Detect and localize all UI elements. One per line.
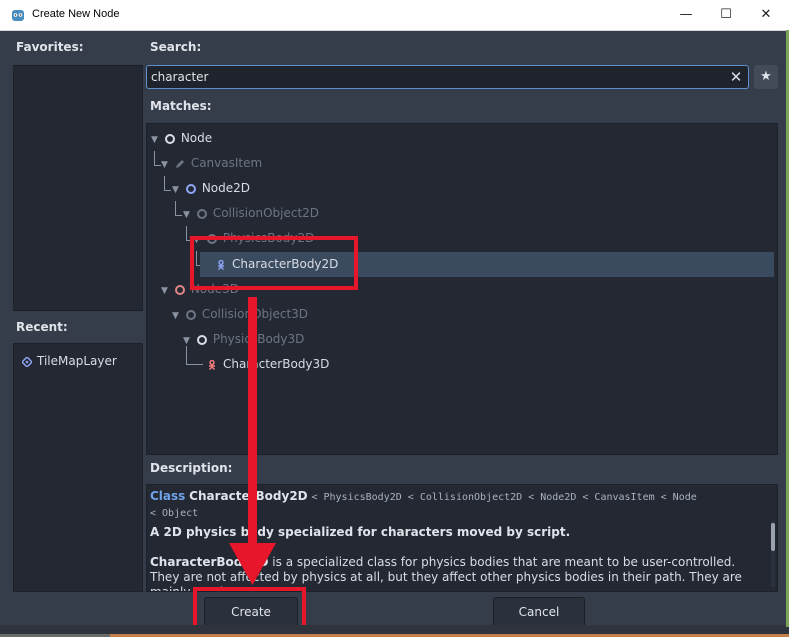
tree-item-node[interactable]: ▼ Node xyxy=(151,127,212,149)
chevron-down-icon: ▼ xyxy=(161,160,168,170)
tree-item-label: CharacterBody2D xyxy=(232,257,339,271)
favorite-star-button[interactable]: ★ xyxy=(754,65,778,89)
recent-label: Recent: xyxy=(16,320,68,334)
tree-item-node2d[interactable]: ▼ Node2D xyxy=(172,177,250,199)
chevron-down-icon: ▼ xyxy=(151,135,158,145)
tree-item-label: Node2D xyxy=(201,181,251,195)
node3d-icon xyxy=(174,284,185,295)
tree-item-label: Node3D xyxy=(190,282,240,296)
create-button[interactable]: Create xyxy=(204,597,298,627)
class-inheritance: Class CharacterBody2D < PhysicsBody2D < … xyxy=(150,489,735,521)
physicsbody2d-icon xyxy=(206,233,217,244)
inheritance-chain-cont[interactable]: < Object xyxy=(150,508,198,519)
description-scrollbar-thumb[interactable] xyxy=(771,523,775,551)
title-bar: Create New Node — ☐ ✕ xyxy=(0,0,789,31)
inheritance-chain[interactable]: < PhysicsBody2D < CollisionObject2D < No… xyxy=(311,492,696,503)
godot-app-icon xyxy=(12,10,24,21)
tree-item-label: Node xyxy=(180,131,213,145)
matches-label: Matches: xyxy=(150,99,212,113)
chevron-down-icon: ▼ xyxy=(161,286,168,296)
characterbody2d-icon xyxy=(218,259,224,270)
tree-item-label: CharacterBody3D xyxy=(223,357,330,371)
tree-item-characterbody3d[interactable]: CharacterBody3D xyxy=(207,353,329,375)
tree-item-collisionobject2d[interactable]: ▼ CollisionObject2D xyxy=(183,202,319,224)
tree-connector xyxy=(186,226,193,241)
recent-item-label: TileMapLayer xyxy=(37,354,117,368)
description-label: Description: xyxy=(150,461,233,475)
class-name: CharacterBody2D xyxy=(189,489,308,503)
description-body-name: CharacterBody2D xyxy=(150,555,269,569)
chevron-down-icon: ▼ xyxy=(183,210,190,220)
tree-item-label: CollisionObject2D xyxy=(212,206,320,220)
close-button[interactable]: ✕ xyxy=(743,0,789,30)
tree-connector xyxy=(164,176,171,191)
chevron-down-icon: ▼ xyxy=(193,235,200,245)
cancel-button[interactable]: Cancel xyxy=(493,597,585,627)
chevron-down-icon: ▼ xyxy=(172,311,179,321)
recent-list: TileMapLayer xyxy=(13,343,143,592)
tree-item-node3d[interactable]: ▼ Node3D xyxy=(161,278,239,300)
search-input[interactable] xyxy=(151,68,721,86)
tree-item-physicsbody3d[interactable]: ▼ PhysicsBody3D xyxy=(183,328,304,350)
node2d-icon xyxy=(185,183,196,194)
class-keyword: Class xyxy=(150,489,186,503)
clear-search-icon[interactable]: ✕ xyxy=(728,68,744,86)
tree-connector xyxy=(175,201,182,216)
favorites-label: Favorites: xyxy=(16,40,84,54)
collisionobject3d-icon xyxy=(185,309,196,320)
tree-item-label: PhysicsBody3D xyxy=(212,332,305,346)
physicsbody3d-icon xyxy=(196,334,207,345)
recent-item-tilemaplayer[interactable]: TileMapLayer xyxy=(20,352,117,370)
pencil-icon xyxy=(175,159,184,168)
tilemap-icon xyxy=(20,355,34,368)
description-body: CharacterBody2D is a specialized class f… xyxy=(150,555,762,591)
collisionobject2d-icon xyxy=(196,208,207,219)
tree-item-label: CanvasItem xyxy=(190,156,263,170)
chevron-down-icon: ▼ xyxy=(183,336,190,346)
characterbody3d-icon xyxy=(209,359,215,370)
tree-connector xyxy=(154,151,161,166)
description-panel: Class CharacterBody2D < PhysicsBody2D < … xyxy=(146,484,778,592)
description-summary: A 2D physics body specialized for charac… xyxy=(150,525,571,539)
tree-item-collisionobject3d[interactable]: ▼ CollisionObject3D xyxy=(172,303,308,325)
tree-item-physicsbody2d[interactable]: ▼ PhysicsBody2D xyxy=(193,227,314,249)
node-icon xyxy=(164,133,175,144)
tree-item-label: CollisionObject3D xyxy=(201,307,309,321)
search-label: Search: xyxy=(150,40,202,54)
search-box: ✕ xyxy=(146,65,749,89)
tree-item-characterbody2d[interactable]: CharacterBody2D xyxy=(216,253,338,275)
tree-item-label: PhysicsBody2D xyxy=(222,231,315,245)
chevron-down-icon: ▼ xyxy=(172,185,179,195)
window-title: Create New Node xyxy=(32,8,120,20)
favorites-list[interactable] xyxy=(13,65,143,311)
tree-item-canvasitem[interactable]: ▼ CanvasItem xyxy=(161,152,262,174)
